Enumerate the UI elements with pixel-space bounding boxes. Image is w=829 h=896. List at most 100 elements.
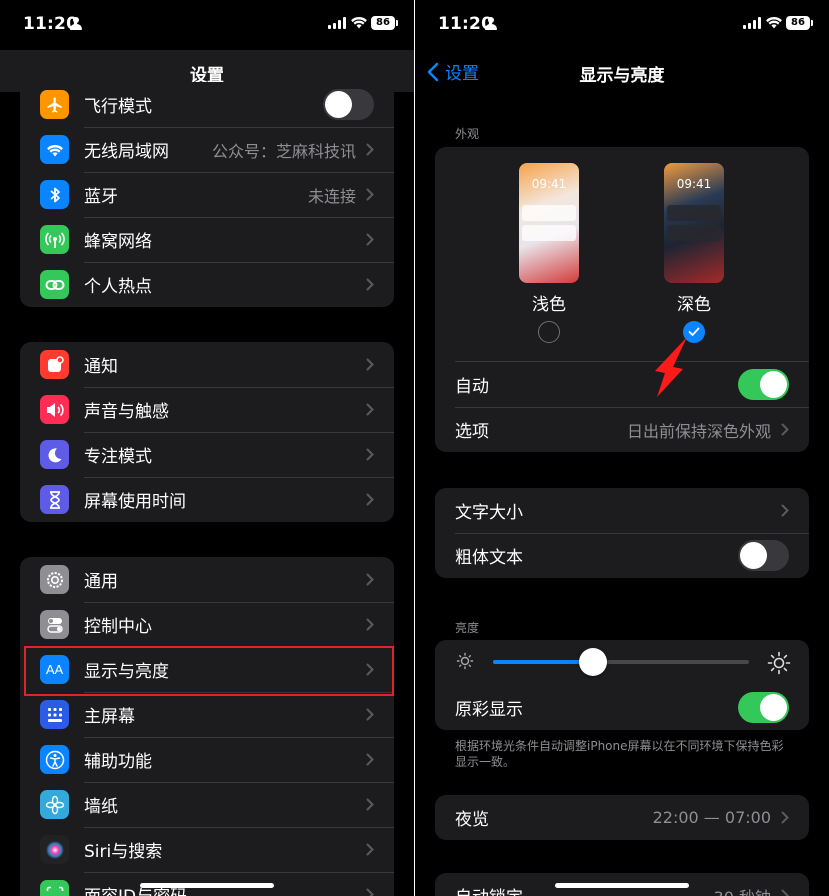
- settings-row-sounds[interactable]: 声音与触感: [20, 387, 394, 432]
- chevron-right-icon: [366, 233, 374, 246]
- signal-icon: [328, 17, 346, 29]
- settings-row-wallpaper[interactable]: 墙纸: [20, 782, 394, 827]
- settings-row-label: 蜂窝网络: [84, 232, 152, 252]
- connectivity-group: 飞行模式 无线局域网 公众号：芝麻科技讯 蓝牙 未连接 蜂窝网络 个人热点: [20, 82, 394, 307]
- true-tone-toggle[interactable]: [738, 692, 789, 723]
- settings-row-cellular[interactable]: 蜂窝网络: [20, 217, 394, 262]
- settings-row-label: 通用: [84, 572, 118, 592]
- hotspot-icon: [40, 270, 69, 299]
- settings-row-label: 个人热点: [84, 277, 152, 297]
- sun-large-icon: [767, 651, 791, 675]
- settings-row-control-center[interactable]: 控制中心: [20, 602, 394, 647]
- auto-appearance-toggle[interactable]: [738, 369, 789, 400]
- text-size-label: 文字大小: [455, 503, 523, 523]
- moon-icon: [40, 440, 69, 469]
- true-tone-row: 原彩显示: [435, 685, 809, 730]
- airplane-icon: [40, 90, 69, 119]
- brightness-slider-thumb[interactable]: [578, 648, 607, 676]
- chevron-right-icon: [366, 798, 374, 811]
- light-mode-radio[interactable]: [538, 321, 560, 343]
- bluetooth-icon: [40, 180, 69, 209]
- night-shift-value: 22:00 — 07:00: [652, 808, 771, 827]
- dark-mode-preview[interactable]: 09:41: [664, 163, 724, 283]
- battery-icon: 86: [371, 16, 398, 30]
- chevron-right-icon: [366, 278, 374, 291]
- airplane-mode-toggle[interactable]: [323, 89, 374, 120]
- settings-row-screen-time[interactable]: 屏幕使用时间: [20, 477, 394, 522]
- dark-mode-label: 深色: [677, 295, 711, 315]
- preview-time: 09:41: [676, 177, 712, 191]
- text-size-row[interactable]: 文字大小: [435, 488, 809, 533]
- wifi-status-icon: [766, 17, 782, 29]
- settings-row-hotspot[interactable]: 个人热点: [20, 262, 394, 307]
- chevron-right-icon: [781, 423, 789, 436]
- night-shift-group: 夜览 22:00 — 07:00: [435, 795, 809, 840]
- siri-icon: [40, 835, 69, 864]
- settings-row-focus[interactable]: 专注模式: [20, 432, 394, 477]
- chevron-right-icon: [366, 843, 374, 856]
- settings-row-value: 公众号：芝麻科技讯: [211, 141, 356, 161]
- chevron-right-icon: [366, 753, 374, 766]
- signal-icon: [743, 17, 761, 29]
- chevron-right-icon: [366, 143, 374, 156]
- settings-row-bluetooth[interactable]: 蓝牙 未连接: [20, 172, 394, 217]
- settings-row-notifications[interactable]: 通知: [20, 342, 394, 387]
- general-group: 通用 控制中心 AA 显示与亮度 主屏幕 辅助功能 墙纸 Siri与搜索: [20, 557, 394, 896]
- wifi-icon: [40, 135, 69, 164]
- chevron-right-icon: [366, 448, 374, 461]
- brightness-slider-row: [435, 640, 809, 685]
- display-brightness-screen: 11:20 86 设置 显示与亮度 外观 09:41 09:41 浅色 深色 自…: [415, 0, 829, 896]
- settings-row-home-screen[interactable]: 主屏幕: [20, 692, 394, 737]
- appearance-header: 外观: [455, 127, 480, 141]
- wallpaper-flower-icon: [40, 790, 69, 819]
- home-grid-icon: [40, 700, 69, 729]
- sun-small-icon: [456, 652, 474, 670]
- home-indicator: [140, 883, 274, 888]
- accessibility-icon: [40, 745, 69, 774]
- cellular-icon: [40, 225, 69, 254]
- settings-row-accessibility[interactable]: 辅助功能: [20, 737, 394, 782]
- bold-text-toggle[interactable]: [738, 540, 789, 571]
- settings-row-wifi[interactable]: 无线局域网 公众号：芝麻科技讯: [20, 127, 394, 172]
- chevron-right-icon: [781, 504, 789, 517]
- hourglass-icon: [40, 485, 69, 514]
- navigation-bar: 设置 显示与亮度: [415, 50, 829, 92]
- true-tone-note: 根据环境光条件自动调整iPhone屏幕以在不同环境下保持色彩显示一致。: [455, 739, 784, 769]
- notifications-group: 通知 声音与触感 专注模式 屏幕使用时间: [20, 342, 394, 522]
- red-arrow-annotation: [655, 337, 687, 397]
- preview-time: 09:41: [531, 177, 567, 191]
- chevron-right-icon: [366, 888, 374, 896]
- settings-row-label: 主屏幕: [84, 707, 135, 727]
- chevron-right-icon: [781, 811, 789, 824]
- night-shift-row[interactable]: 夜览 22:00 — 07:00: [435, 795, 809, 840]
- settings-row-label: 辅助功能: [84, 752, 152, 772]
- faceid-icon: [40, 880, 69, 896]
- appearance-options-row[interactable]: 选项 日出前保持深色外观: [435, 407, 809, 452]
- settings-row-label: 飞行模式: [84, 97, 152, 117]
- brightness-slider[interactable]: [493, 648, 749, 676]
- true-tone-label: 原彩显示: [455, 700, 523, 720]
- status-bar: 11:20 86: [415, 0, 829, 50]
- bold-text-row: 粗体文本: [435, 533, 809, 578]
- brightness-header: 亮度: [455, 621, 480, 635]
- person-icon: [485, 17, 497, 30]
- appearance-picker: 09:41 09:41 浅色 深色: [435, 147, 809, 362]
- settings-row-label: 蓝牙: [84, 187, 118, 207]
- settings-row-value: 未连接: [307, 186, 356, 206]
- options-value: 日出前保持深色外观: [626, 421, 771, 441]
- settings-row-label: 无线局域网: [84, 142, 169, 162]
- wifi-status-icon: [351, 17, 367, 29]
- chevron-right-icon: [366, 618, 374, 631]
- bold-text-label: 粗体文本: [455, 548, 523, 568]
- settings-row-label: 屏幕使用时间: [84, 492, 186, 512]
- switches-icon: [40, 610, 69, 639]
- chevron-right-icon: [366, 188, 374, 201]
- settings-row-airplane-mode[interactable]: 飞行模式: [20, 82, 394, 127]
- chevron-right-icon: [366, 358, 374, 371]
- chevron-right-icon: [366, 708, 374, 721]
- light-mode-preview[interactable]: 09:41: [519, 163, 579, 283]
- settings-row-siri[interactable]: Siri与搜索: [20, 827, 394, 872]
- auto-lock-value: 30 秒钟: [714, 884, 771, 896]
- highlight-box: [24, 646, 394, 696]
- settings-row-general[interactable]: 通用: [20, 557, 394, 602]
